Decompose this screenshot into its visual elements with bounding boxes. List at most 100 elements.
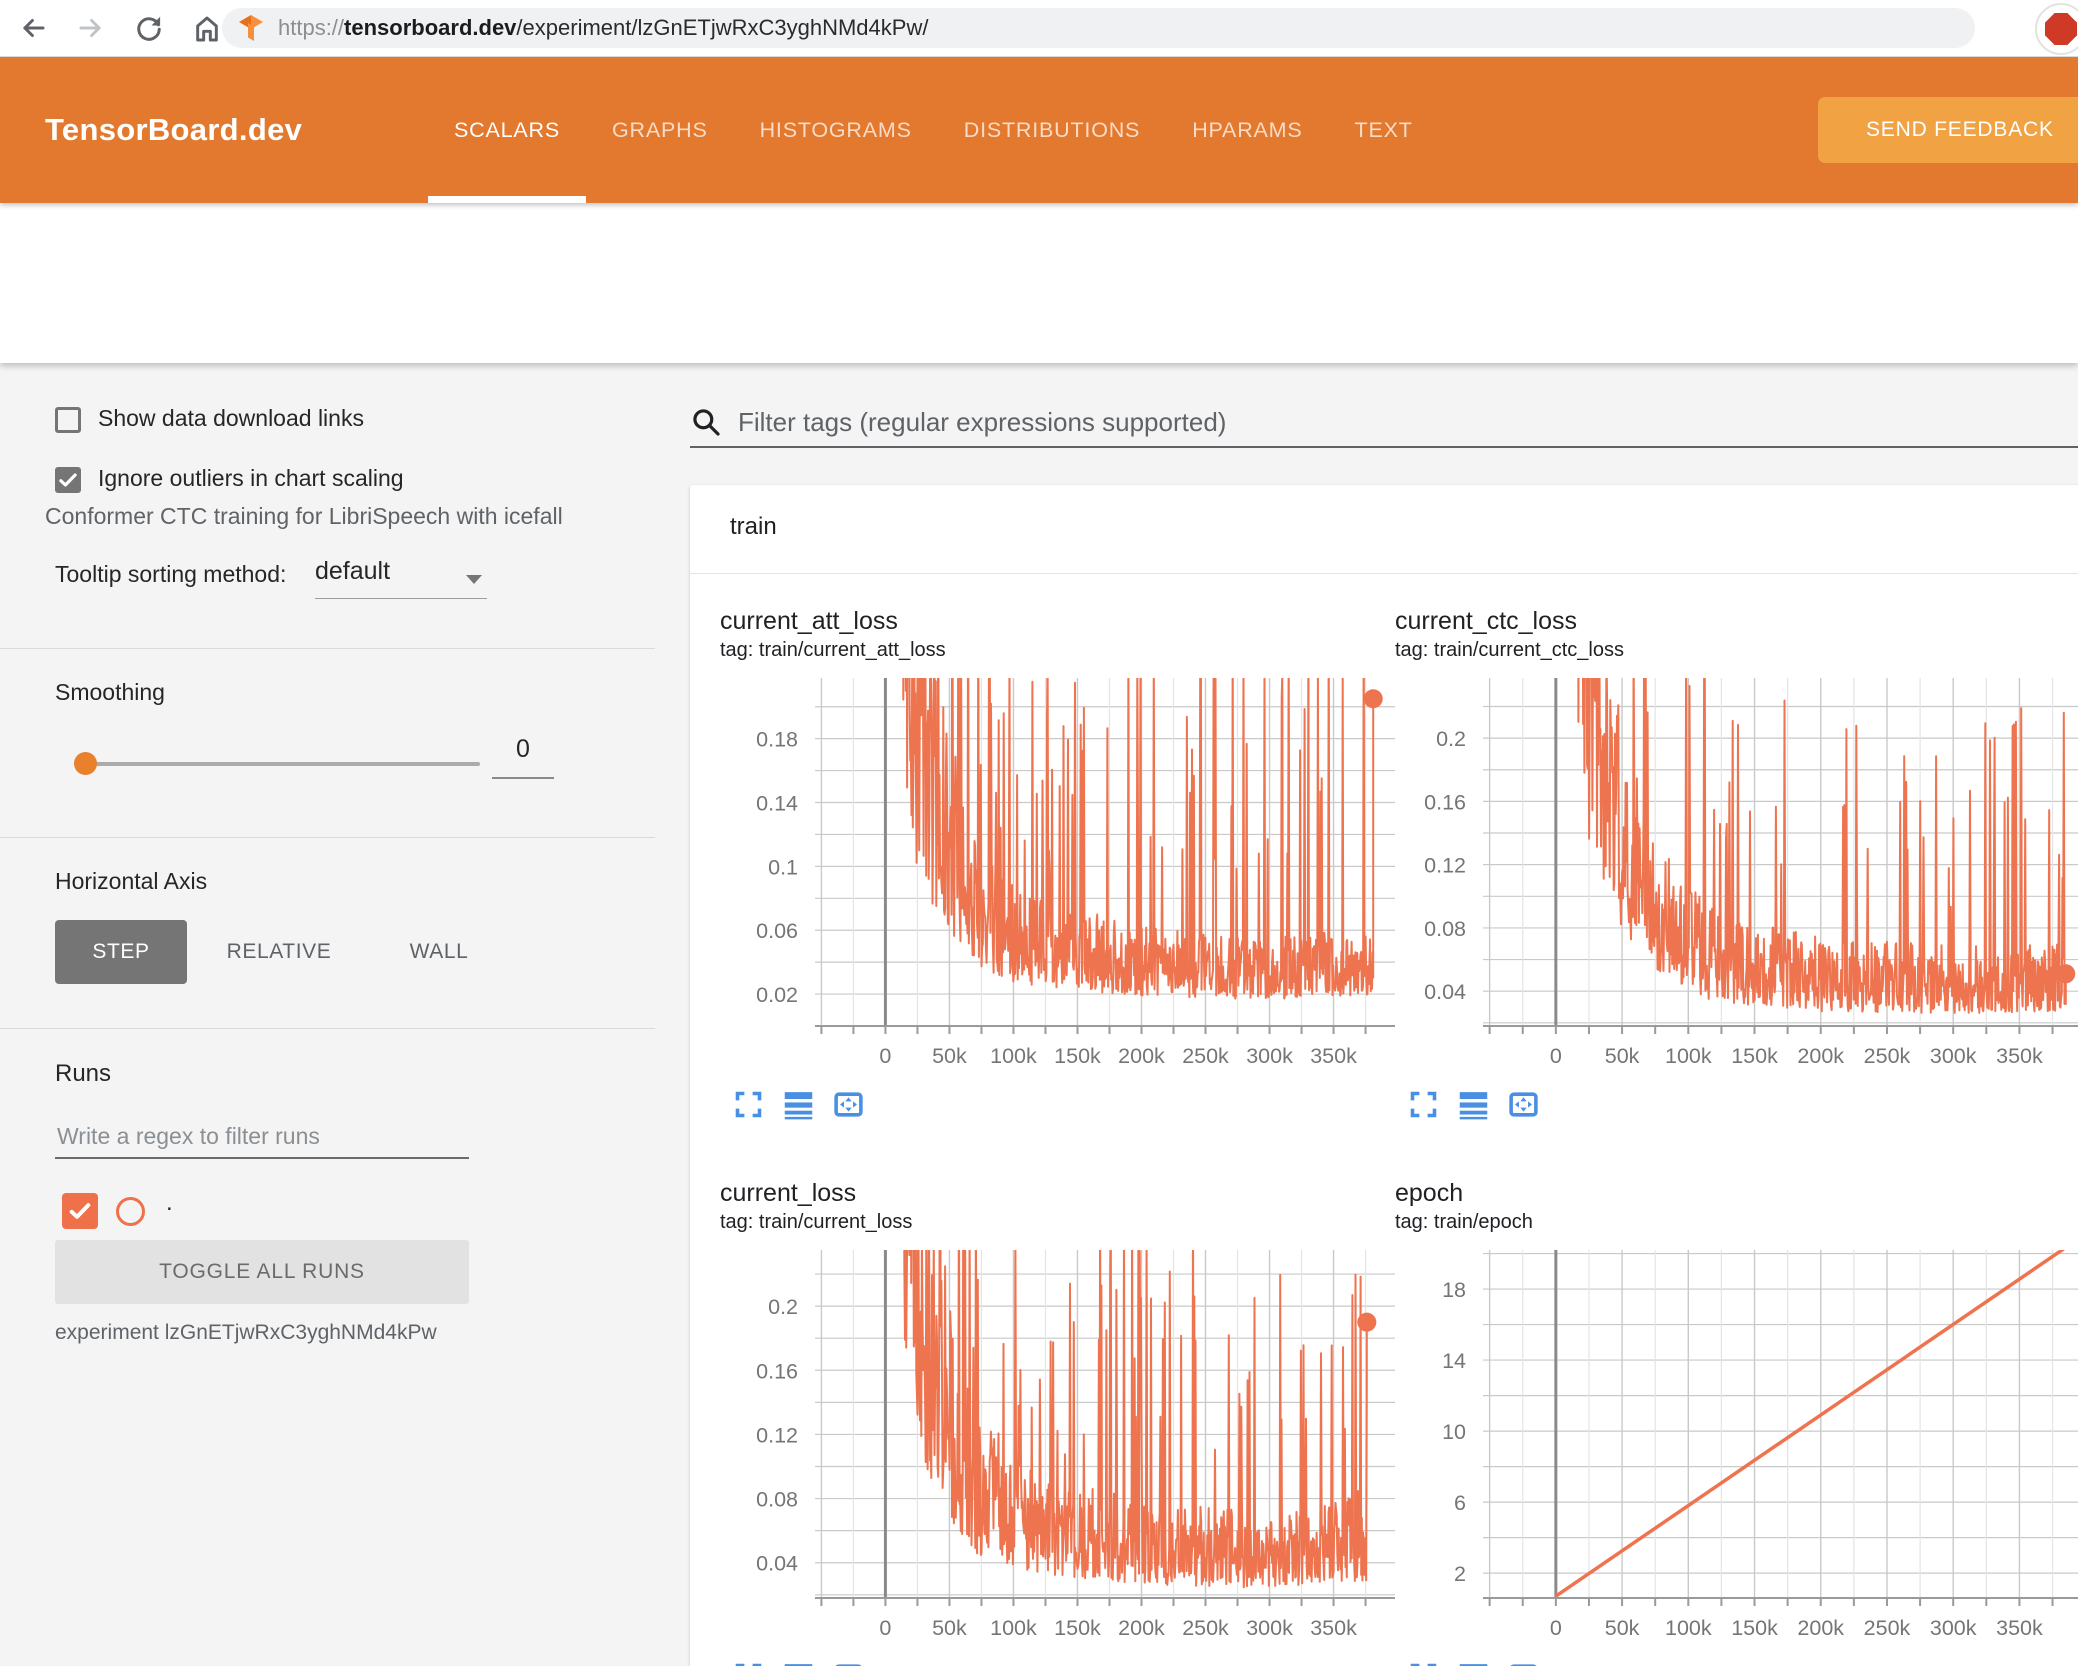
svg-text:150k: 150k: [1054, 1044, 1101, 1068]
svg-text:0.04: 0.04: [1424, 980, 1466, 1004]
svg-text:150k: 150k: [1731, 1044, 1778, 1068]
chart-tag: tag: train/epoch: [1395, 1211, 1533, 1233]
fullscreen-icon[interactable]: [732, 1660, 765, 1666]
chart-toolbar: [1407, 1660, 2078, 1666]
chart-plot[interactable]: 0.18 0.14 0.1 0.06 0.02 0 50k 100k 150k 200k 250k 3…: [720, 678, 1395, 1072]
show-download-links-label: Show data download links: [98, 405, 364, 431]
settings-sidebar: Show data download links Ignore outliers…: [0, 363, 660, 1666]
screen: https://tensorboard.dev/experiment/lzGnE…: [0, 0, 2078, 1666]
svg-text:100k: 100k: [990, 1616, 1037, 1640]
svg-text:350k: 350k: [1310, 1616, 1357, 1640]
fit-domain-icon[interactable]: [1507, 1088, 1540, 1121]
show-download-links-checkbox[interactable]: [55, 407, 81, 433]
tab-distributions[interactable]: DISTRIBUTIONS: [938, 57, 1166, 203]
svg-text:0.16: 0.16: [756, 1359, 798, 1383]
log-scale-icon[interactable]: [1457, 1088, 1490, 1121]
svg-text:350k: 350k: [1996, 1616, 2043, 1640]
address-bar[interactable]: https://tensorboard.dev/experiment/lzGnE…: [222, 8, 1975, 48]
axis-relative-button[interactable]: RELATIVE: [213, 920, 345, 984]
forward-button[interactable]: [74, 11, 108, 45]
tab-hparams[interactable]: HPARAMS: [1166, 57, 1328, 203]
svg-text:50k: 50k: [1605, 1616, 1640, 1640]
reload-button[interactable]: [132, 11, 166, 45]
run-checkbox[interactable]: [62, 1193, 98, 1229]
tab-text[interactable]: TEXT: [1329, 57, 1439, 203]
svg-text:0.06: 0.06: [756, 919, 798, 943]
runs-regex-input[interactable]: [55, 1115, 469, 1159]
smoothing-value-input[interactable]: 0: [492, 735, 554, 779]
tag-filter-row: [690, 398, 2078, 448]
chart-plot[interactable]: 0.2 0.16 0.12 0.08 0.04 0 50k 100k 150k 200k 250k 3…: [720, 1250, 1395, 1644]
send-feedback-button[interactable]: SEND FEEDBACK: [1818, 97, 2078, 163]
brand-title: TensorBoard.dev: [45, 112, 303, 147]
reload-icon: [137, 16, 161, 41]
axis-step-button[interactable]: STEP: [55, 920, 187, 984]
svg-text:100k: 100k: [1665, 1616, 1712, 1640]
divider: [0, 648, 655, 649]
svg-text:0.12: 0.12: [756, 1423, 798, 1447]
chart-tag: tag: train/current_ctc_loss: [1395, 639, 1624, 661]
run-name: .: [166, 1189, 173, 1216]
svg-text:50k: 50k: [932, 1044, 967, 1068]
chevron-down-icon: [466, 575, 482, 584]
smoothing-label: Smoothing: [55, 679, 165, 705]
chart-title: current_att_loss: [720, 607, 898, 635]
tab-scalars[interactable]: SCALARS: [428, 57, 586, 203]
svg-text:150k: 150k: [1054, 1616, 1101, 1640]
tab-histograms[interactable]: HISTOGRAMS: [734, 57, 938, 203]
svg-text:0: 0: [879, 1044, 891, 1068]
tooltip-sorting-select[interactable]: default: [315, 557, 487, 599]
chart-toolbar: [732, 1088, 1395, 1121]
chart-plot[interactable]: 0.2 0.16 0.12 0.08 0.04 0 50k 100k 150k 200k 250k 3…: [1395, 678, 2078, 1072]
svg-text:0.08: 0.08: [756, 1488, 798, 1512]
svg-text:300k: 300k: [1246, 1616, 1293, 1640]
smoothing-slider-thumb[interactable]: [74, 752, 97, 775]
svg-text:0.2: 0.2: [768, 1295, 798, 1319]
svg-text:0.02: 0.02: [756, 983, 798, 1007]
fullscreen-icon[interactable]: [1407, 1088, 1440, 1121]
svg-text:200k: 200k: [1797, 1044, 1844, 1068]
url-text: https://tensorboard.dev/experiment/lzGnE…: [278, 15, 929, 40]
svg-text:0: 0: [1550, 1616, 1562, 1640]
train-card: train current_att_loss tag: train/curren…: [690, 485, 2078, 1666]
svg-text:50k: 50k: [932, 1616, 967, 1640]
log-scale-icon[interactable]: [782, 1660, 815, 1666]
svg-text:250k: 250k: [1182, 1044, 1229, 1068]
chart-title: current_loss: [720, 1179, 857, 1207]
svg-text:300k: 300k: [1930, 1044, 1977, 1068]
toggle-all-runs-button[interactable]: TOGGLE ALL RUNS: [55, 1240, 469, 1304]
svg-text:100k: 100k: [1665, 1044, 1712, 1068]
fit-domain-icon[interactable]: [832, 1660, 865, 1666]
svg-text:0.08: 0.08: [1424, 917, 1466, 941]
fullscreen-icon[interactable]: [732, 1088, 765, 1121]
fit-domain-icon[interactable]: [1507, 1660, 1540, 1666]
home-button[interactable]: [190, 11, 224, 45]
chart-plot[interactable]: 18 14 10 6 2 0 50k 100k 150k 200k 250k 300k 350k: [1395, 1250, 2078, 1644]
experiment-id-note: experiment lzGnETjwRxC3yghNMd4kPw: [55, 1321, 437, 1344]
run-color-swatch[interactable]: [116, 1197, 145, 1226]
svg-text:0.16: 0.16: [1424, 790, 1466, 814]
home-icon: [196, 16, 218, 42]
ignore-outliers-checkbox[interactable]: [55, 467, 81, 493]
red-octagon-icon: [2045, 13, 2077, 45]
svg-text:0: 0: [1550, 1044, 1562, 1068]
back-button[interactable]: [16, 11, 50, 45]
log-scale-icon[interactable]: [782, 1088, 815, 1121]
browser-profile-button[interactable]: [2035, 3, 2078, 55]
svg-text:18: 18: [1442, 1278, 1466, 1302]
fullscreen-icon[interactable]: [1407, 1660, 1440, 1666]
forward-icon: [79, 19, 101, 37]
search-icon: [693, 409, 720, 436]
smoothing-slider-track[interactable]: [85, 762, 480, 766]
svg-text:0.04: 0.04: [756, 1552, 798, 1576]
back-icon: [23, 19, 45, 37]
fit-domain-icon[interactable]: [832, 1088, 865, 1121]
tag-filter-input[interactable]: [736, 405, 2078, 439]
log-scale-icon[interactable]: [1457, 1660, 1490, 1666]
svg-text:6: 6: [1454, 1491, 1466, 1515]
svg-text:0.12: 0.12: [1424, 854, 1466, 878]
axis-wall-button[interactable]: WALL: [373, 920, 505, 984]
svg-text:350k: 350k: [1310, 1044, 1357, 1068]
tab-graphs[interactable]: GRAPHS: [586, 57, 734, 203]
svg-text:300k: 300k: [1246, 1044, 1293, 1068]
